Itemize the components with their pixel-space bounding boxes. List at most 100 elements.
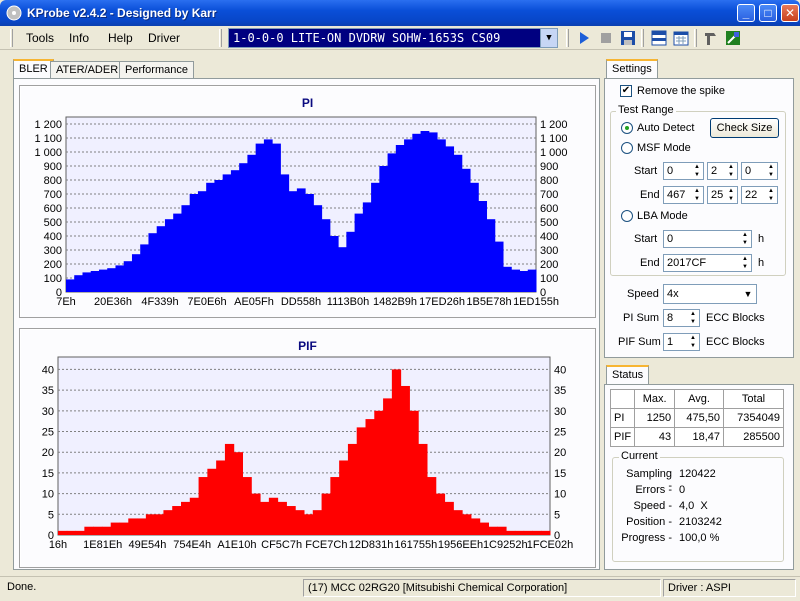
status-header-cell: Total [723, 389, 784, 409]
chevron-down-icon[interactable]: ▼ [740, 285, 756, 303]
data-bar [295, 510, 305, 535]
y-tick-label: 800 [44, 175, 62, 187]
data-bar [519, 271, 529, 292]
data-bar [154, 514, 164, 535]
play-icon[interactable] [575, 29, 593, 47]
data-bar [263, 139, 273, 292]
lba-end-label: End [640, 257, 660, 269]
pif-sum-field[interactable]: 1 ▲ ▼ [663, 333, 700, 351]
data-bar [222, 174, 232, 292]
data-bar [110, 522, 120, 535]
data-bar [58, 530, 68, 535]
data-bar [286, 506, 296, 535]
msf-end-sec[interactable]: 25 ▲ ▼ [707, 186, 738, 204]
speed-label: Speed [627, 288, 659, 300]
status-cell: 18,47 [674, 427, 725, 447]
save-icon[interactable] [619, 29, 637, 47]
remove-spike-checkbox[interactable]: ✔ [620, 85, 632, 97]
data-bar [374, 410, 384, 535]
data-bar [313, 205, 323, 292]
auto-detect-radio[interactable] [621, 122, 633, 134]
chevron-down-icon[interactable]: ▼ [540, 29, 557, 47]
lba-end-suffix: h [758, 257, 765, 269]
msf-mode-radio[interactable] [621, 142, 633, 154]
toolbar-grip-4 [694, 29, 697, 47]
data-bar [181, 501, 191, 535]
lba-mode-radio[interactable] [621, 210, 633, 222]
y-tick-label-right: 35 [554, 385, 566, 397]
tab-bler[interactable]: BLER [13, 59, 54, 80]
pi-sum-field[interactable]: 8 ▲ ▼ [663, 309, 700, 327]
y-tick-label: 100 [44, 273, 62, 285]
menu-tools[interactable]: Tools [26, 31, 54, 45]
status-cell: 475,50 [674, 408, 725, 428]
data-bar [173, 213, 182, 292]
x-tick-label: AE05Fh [234, 296, 274, 308]
errors-value: 0 [679, 484, 686, 496]
y-tick-label: 600 [44, 203, 62, 215]
status-cell: 285500 [723, 427, 784, 447]
menu-info[interactable]: Info [69, 31, 89, 45]
msf-end-min[interactable]: 467 ▲ ▼ [663, 186, 704, 204]
y-tick-label-right: 700 [540, 189, 558, 201]
status-cell: 1250 [634, 408, 676, 428]
y-tick-label: 300 [44, 245, 62, 257]
tab-settings[interactable]: Settings [606, 59, 658, 80]
toolbar-grip-3 [641, 29, 644, 47]
x-tick-label: 1B5E78h [466, 296, 511, 308]
data-bar [478, 201, 488, 292]
data-bar [437, 139, 446, 292]
data-bar [82, 272, 92, 292]
status-cell: 43 [634, 427, 676, 447]
data-bar [107, 268, 116, 292]
data-bar [486, 219, 496, 292]
data-bar [527, 269, 537, 292]
drive-select[interactable]: 1-0-0-0 LITE-ON DVDRW SOHW-1653S CS09 ▼ [228, 28, 558, 48]
y-tick-label: 200 [44, 259, 62, 271]
tab-performance[interactable]: Performance [119, 61, 194, 79]
maximize-button[interactable]: □ [759, 4, 777, 22]
status-cell: PIF [609, 427, 636, 447]
msf-start-frame[interactable]: 0 ▲ ▼ [741, 162, 778, 180]
lba-start-field[interactable]: 0 ▲ ▼ [663, 230, 752, 248]
msf-start-sec[interactable]: 2 ▲ ▼ [707, 162, 738, 180]
progress-value: 100,0 % [679, 532, 720, 544]
y-tick-label-right: 300 [540, 245, 558, 257]
tools-icon[interactable] [702, 29, 720, 47]
calendar-icon[interactable] [672, 29, 690, 47]
stop-icon[interactable] [597, 29, 615, 47]
tab-ater-ader[interactable]: ATER/ADER [50, 61, 125, 79]
menu-driver[interactable]: Driver [148, 31, 180, 45]
data-bar [207, 468, 217, 535]
tab-status[interactable]: Status [606, 365, 650, 386]
data-bar [420, 131, 430, 292]
data-bar [255, 143, 265, 292]
status-header-cell: Max. [634, 389, 676, 409]
data-bar [251, 493, 261, 535]
lba-end-field[interactable]: 2017CF ▲ ▼ [663, 254, 752, 272]
data-bar [119, 522, 129, 535]
menu-help[interactable]: Help [108, 31, 133, 45]
data-bar [181, 205, 191, 292]
data-bar [514, 530, 525, 535]
data-bar [280, 174, 290, 292]
y-tick-label-right: 500 [540, 217, 558, 229]
data-bar [511, 269, 521, 292]
layout-icon[interactable] [650, 29, 668, 47]
y-tick-label-right: 5 [554, 509, 560, 521]
data-bar [296, 188, 306, 292]
msf-start-min[interactable]: 0 ▲ ▼ [663, 162, 704, 180]
check-size-button[interactable]: Check Size [710, 118, 779, 138]
speed-select[interactable]: 4x ▼ [663, 284, 757, 304]
minimize-button[interactable]: _ [737, 4, 755, 22]
y-tick-label-right: 100 [540, 273, 558, 285]
data-bar [288, 191, 298, 292]
msf-end-frame[interactable]: 22 ▲ ▼ [741, 186, 778, 204]
close-button[interactable]: ✕ [781, 4, 799, 22]
data-bar [137, 518, 147, 535]
y-tick-label: 1 100 [34, 133, 62, 145]
options-icon[interactable] [724, 29, 742, 47]
pi-sum-label: PI Sum [623, 312, 660, 324]
y-tick-label-right: 1 200 [540, 119, 568, 131]
msf-start-label: Start [634, 165, 658, 177]
